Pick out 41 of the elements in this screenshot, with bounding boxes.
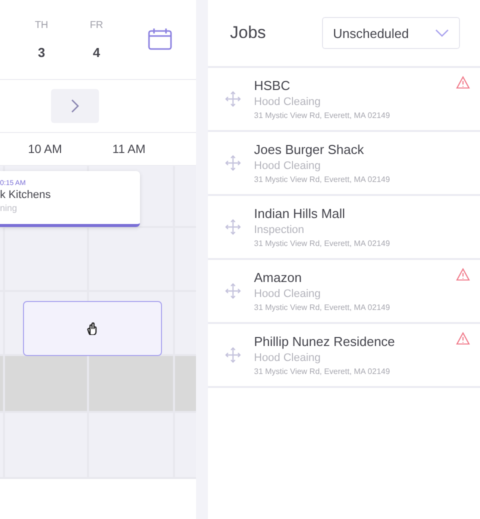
job-address: 31 Mystic View Rd, Everett, MA 02149	[254, 239, 391, 248]
event-type: ning	[0, 203, 18, 213]
move-icon[interactable]	[225, 91, 241, 107]
time-label: 11 AM	[111, 142, 147, 156]
job-address: 31 Mystic View Rd, Everett, MA 02149	[254, 111, 391, 120]
jobs-title: Jobs	[230, 23, 266, 43]
job-item[interactable]: HSBC Hood Cleaing 31 Mystic View Rd, Everett, MA 02149	[208, 68, 480, 132]
job-service: Hood Cleaing	[254, 288, 322, 300]
date-label: 3	[38, 44, 46, 60]
job-item[interactable]: Amazon Hood Cleaing 31 Mystic View Rd, Everett, MA 02149	[208, 260, 480, 324]
hand-cursor-icon	[87, 322, 98, 335]
weekday-label: FR	[90, 20, 104, 30]
job-address: 31 Mystic View Rd, Everett, MA 02149	[254, 303, 391, 312]
job-name: Indian Hills Mall	[254, 206, 346, 221]
filter-dropdown[interactable]: Unscheduled	[322, 17, 460, 49]
job-name: HSBC	[254, 78, 292, 93]
date-label: 4	[92, 44, 100, 60]
job-address: 31 Mystic View Rd, Everett, MA 02149	[254, 367, 391, 376]
job-name: Amazon	[254, 270, 303, 285]
job-name: Phillip Nunez Residence	[254, 334, 396, 349]
job-address: 31 Mystic View Rd, Everett, MA 02149	[254, 175, 391, 184]
job-service: Hood Cleaing	[254, 160, 322, 172]
calendar-icon[interactable]	[148, 28, 172, 50]
job-service: Inspection	[254, 224, 306, 236]
move-icon[interactable]	[225, 219, 241, 235]
chevron-right-icon	[71, 99, 79, 113]
job-item[interactable]: Indian Hills Mall Inspection 31 Mystic View Rd, Everett, MA 02149	[208, 196, 480, 260]
drop-slot[interactable]	[23, 301, 162, 356]
job-item[interactable]: Phillip Nunez Residence Hood Cleaing 31 Mystic View Rd, Everett, MA 02149	[208, 324, 480, 388]
next-button[interactable]	[51, 89, 99, 123]
move-icon[interactable]	[225, 283, 241, 299]
move-icon[interactable]	[225, 347, 241, 363]
job-name: Joes Burger Shack	[254, 142, 365, 157]
chevron-down-icon	[435, 29, 449, 37]
event-title: k Kitchens	[0, 189, 52, 201]
move-icon[interactable]	[225, 155, 241, 171]
job-service: Hood Cleaing	[254, 352, 322, 364]
time-label: 10 AM	[26, 142, 64, 156]
job-item[interactable]: Joes Burger Shack Hood Cleaing 31 Mystic View Rd, Everett, MA 02149	[208, 132, 480, 196]
weekday-label: TH	[34, 20, 48, 30]
job-service: Hood Cleaing	[254, 96, 322, 108]
